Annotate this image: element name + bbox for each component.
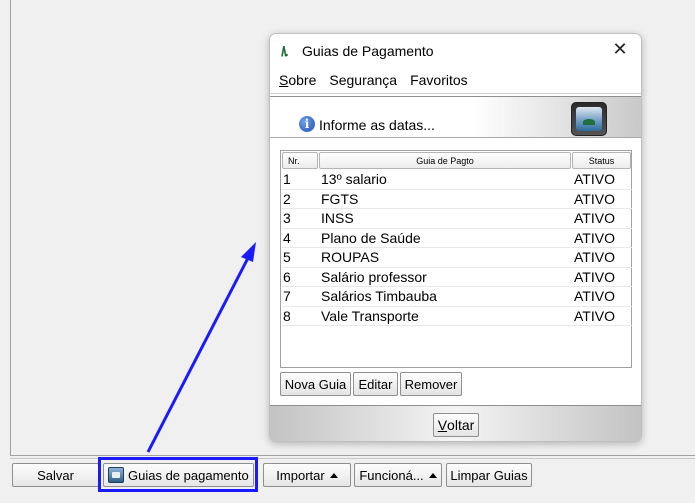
dialog-title: Guias de Pagamento (302, 43, 434, 59)
info-banner: i Informe as datas... (270, 96, 641, 138)
cell-nr: 6 (283, 268, 291, 285)
menu-bar: Sobre Segurança Favoritos (270, 66, 641, 94)
cell-status: ATIVO (574, 268, 615, 285)
cell-guia: Salário professor (321, 268, 427, 285)
cell-nr: 7 (283, 288, 291, 305)
cell-guia: 13º salario (321, 171, 387, 188)
cell-guia: FGTS (321, 190, 359, 207)
cell-guia: INSS (321, 210, 354, 227)
save-button-label: Salvar (37, 467, 74, 483)
menu-item-sobre[interactable]: Sobre (279, 72, 316, 88)
column-header-nr[interactable]: Nr. (282, 152, 318, 169)
column-header-guia[interactable]: Guia de Pagto (319, 152, 571, 169)
new-guide-button[interactable]: Nova Guia (280, 372, 351, 396)
save-button[interactable]: Salvar (12, 463, 99, 487)
cell-status: ATIVO (574, 249, 615, 266)
app-logo-icon: /\. (281, 43, 289, 59)
clear-guides-button-label: Limpar Guias (450, 467, 528, 483)
back-button[interactable]: Voltar (433, 413, 479, 437)
cell-guia: ROUPAS (321, 249, 380, 266)
column-header-status[interactable]: Status (572, 152, 631, 169)
table-row[interactable]: 5 ROUPAS ATIVO (282, 248, 632, 268)
employees-button[interactable]: Funcioná... (354, 463, 442, 487)
cell-nr: 1 (283, 171, 291, 188)
clear-guides-button[interactable]: Limpar Guias (446, 463, 532, 487)
cell-status: ATIVO (574, 210, 615, 227)
table-row[interactable]: 6 Salário professor ATIVO (282, 268, 632, 287)
table-row[interactable]: 2 FGTS ATIVO (282, 190, 632, 209)
cell-nr: 5 (283, 249, 291, 266)
cell-status: ATIVO (574, 190, 615, 207)
table-body: 1 13º salario ATIVO 2 FGTS ATIVO 3 INSS … (282, 170, 632, 326)
payment-guides-dialog: /\. Guias de Pagamento ✕ Sobre Segurança… (269, 33, 642, 442)
dialog-footer: Voltar (270, 405, 641, 441)
cell-nr: 3 (283, 210, 291, 227)
info-icon: i (299, 116, 315, 132)
cell-guia: Salários Timbauba (321, 288, 437, 305)
cell-guia: Plano de Saúde (321, 229, 421, 246)
cell-status: ATIVO (574, 171, 615, 188)
employees-button-label: Funcioná... (359, 467, 424, 483)
remove-button[interactable]: Remover (400, 372, 462, 396)
table-header: Nr. Guia de Pagto Status (282, 152, 632, 169)
import-button[interactable]: Importar (263, 463, 351, 487)
guides-table: Nr. Guia de Pagto Status 1 13º salario A… (280, 150, 632, 368)
cell-status: ATIVO (574, 307, 615, 324)
table-row[interactable]: 3 INSS ATIVO (282, 209, 632, 229)
edit-button[interactable]: Editar (353, 372, 398, 396)
import-button-label: Importar (276, 467, 325, 483)
table-row[interactable]: 4 Plano de Saúde ATIVO (282, 229, 632, 248)
caret-up-icon (428, 472, 437, 478)
cell-nr: 2 (283, 190, 291, 207)
table-row[interactable]: 8 Vale Transporte ATIVO (282, 307, 632, 326)
table-row[interactable]: 1 13º salario ATIVO (282, 170, 632, 190)
menu-item-seguranca[interactable]: Segurança (329, 72, 397, 88)
cell-nr: 4 (283, 229, 291, 246)
caret-up-icon (329, 472, 338, 478)
cell-guia: Vale Transporte (321, 307, 419, 324)
table-row[interactable]: 7 Salários Timbauba ATIVO (282, 287, 632, 307)
highlight-box (98, 457, 258, 492)
info-text: Informe as datas... (319, 117, 435, 133)
cell-status: ATIVO (574, 288, 615, 305)
menu-item-favoritos[interactable]: Favoritos (410, 72, 468, 88)
cell-nr: 8 (283, 307, 291, 324)
cell-status: ATIVO (574, 229, 615, 246)
dialog-title-bar: /\. Guias de Pagamento ✕ (270, 34, 641, 66)
module-logo-icon (571, 102, 607, 136)
close-icon[interactable]: ✕ (609, 38, 631, 60)
